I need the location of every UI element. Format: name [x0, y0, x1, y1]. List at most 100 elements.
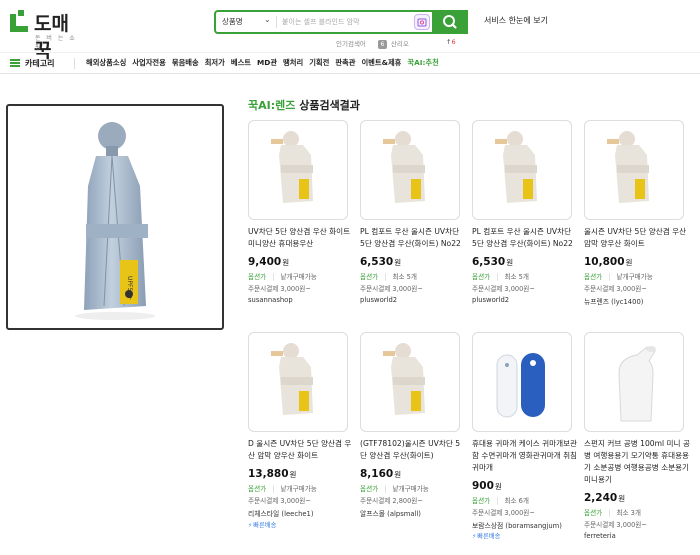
product-thumbnail[interactable] — [360, 332, 460, 432]
popular-keywords: 인기검색어 6 산리오 — [336, 38, 409, 49]
product-price: 10,800원 — [584, 256, 632, 268]
seller-name[interactable]: 뉴프렌즈 (lyc1400) — [584, 296, 643, 306]
product-title[interactable]: 스펀지 커브 공병 100ml 미니 공병 여행용용기 모기약통 휴대용용기 소… — [584, 438, 690, 486]
product-options: 옵션가 | 낱개구매가능 — [248, 273, 317, 281]
nav-item-clearance[interactable]: 땡처리 — [283, 58, 303, 68]
chevron-down-icon[interactable]: ⌄ — [264, 15, 271, 24]
product-price: 8,160원 — [360, 468, 401, 480]
logo[interactable]: 도매꾹 돈 버 는 쇼 핑 — [8, 6, 78, 62]
nav-item-bundle[interactable]: 묶음배송 — [172, 58, 199, 68]
popular-rank: 6 — [377, 40, 387, 49]
shipping-info: 주문시결제 3,000원~ — [472, 509, 535, 517]
price-value: 900 — [472, 480, 494, 492]
product-options: 옵션가 | 최소 5개 — [360, 273, 417, 281]
option-label: 옵션가 — [360, 273, 379, 281]
service-overview-link[interactable]: 서비스 한눈에 보기 — [484, 15, 548, 26]
white-umbrella-image — [383, 131, 425, 203]
category-menu-button[interactable]: 카테고리 — [10, 58, 54, 69]
popular-term[interactable]: 산리오 — [391, 40, 409, 48]
purchase-condition: 낱개구매가능 — [280, 273, 317, 281]
seller-name[interactable]: ferreteria — [584, 532, 616, 540]
seller-name[interactable]: plusworld2 — [360, 296, 397, 304]
logo-icon — [10, 10, 28, 32]
nav-item-special[interactable]: 기획전 — [309, 58, 329, 68]
price-value: 2,240 — [584, 492, 618, 504]
product-options: 옵션가 | 낱개구매가능 — [248, 485, 317, 493]
price-value: 9,400 — [248, 256, 282, 268]
nav-item-business[interactable]: 사업자전용 — [132, 58, 166, 68]
purchase-condition: 최소 5개 — [504, 273, 529, 281]
product-thumbnail[interactable] — [584, 332, 684, 432]
nav-item-ai[interactable]: 꾹AI:추천 — [407, 58, 438, 68]
divider — [276, 16, 277, 28]
white-umbrella-image — [495, 131, 537, 203]
header: 도매꾹 돈 버 는 쇼 핑 상품명 ⌄ 서비스 한눈에 보기 인기검색어 6 산리오… — [0, 0, 700, 62]
product-thumbnail[interactable] — [584, 120, 684, 220]
product-title[interactable]: 울시즌 UV차단 5단 양산겸 우산 암막 양우산 화이트 — [584, 226, 690, 250]
nav-item-promo[interactable]: 판촉관 — [335, 58, 355, 68]
image-search-icon[interactable] — [414, 14, 430, 30]
nav-item-best[interactable]: 베스트 — [231, 58, 251, 68]
seller-name[interactable]: 알프스몰 (alpsmall) — [360, 508, 421, 518]
price-unit: 원 — [289, 470, 297, 479]
product-price: 900원 — [472, 480, 502, 492]
bottle-image — [618, 346, 656, 422]
popular-label: 인기검색어 — [336, 40, 366, 48]
nav-item-event[interactable]: 이벤트&제휴 — [361, 58, 401, 68]
shipping-info: 주문시결제 3,000원~ — [584, 285, 647, 293]
shipping-info: 주문시결제 3,000원~ — [248, 497, 311, 505]
nav-item-overseas[interactable]: 해외상품소싱 — [86, 58, 126, 68]
product-title[interactable]: D 울시즌 UV차단 5단 양산겸 우산 암막 양우산 화이트 — [248, 438, 354, 462]
product-title[interactable]: 휴대용 귀마개 케이스 귀마개보관함 수면귀마개 영화관귀마개 취침귀마개 — [472, 438, 578, 474]
seller-name[interactable]: susannashop — [248, 296, 293, 304]
option-label: 옵션가 — [472, 273, 491, 281]
product-title[interactable]: PL 컴포트 우산 울시즌 UV차단 5단 양산겸 우산(화이트) No22 — [360, 226, 466, 250]
product-options: 옵션가 | 낱개구매가능 — [584, 273, 653, 281]
shipping-info: 주문시결제 3,000원~ — [472, 285, 535, 293]
product-thumbnail[interactable] — [472, 120, 572, 220]
nav-items: 해외상품소싱 사업자전용 묶음배송 최저가 베스트 MD관 땡처리 기획전 판촉… — [86, 58, 439, 68]
product-title[interactable]: PL 컴포트 우산 울시즌 UV차단 5단 양산겸 우산(화이트) No22 — [472, 226, 578, 250]
seller-name[interactable]: 보람스상점 (boramsangjum) — [472, 520, 562, 530]
product-thumbnail[interactable] — [248, 332, 348, 432]
product-thumbnail[interactable] — [248, 120, 348, 220]
category-label: 카테고리 — [25, 59, 55, 68]
divider — [74, 58, 75, 69]
svg-text:UPF50+: UPF50+ — [126, 276, 133, 300]
seller-name[interactable]: 리체스타일 (leeche1) — [248, 508, 314, 518]
umbrella-image: UPF50+ — [75, 122, 155, 320]
search-input[interactable] — [282, 14, 422, 30]
popular-page: 6 — [451, 38, 456, 46]
earplug-case-image — [496, 353, 545, 418]
product-thumbnail[interactable] — [472, 332, 572, 432]
search-button[interactable] — [432, 10, 468, 34]
price-unit: 원 — [282, 258, 290, 267]
seller-name[interactable]: plusworld2 — [472, 296, 509, 304]
product-price: 6,530원 — [472, 256, 513, 268]
search-category-select[interactable]: 상품명 — [222, 16, 243, 27]
option-label: 옵션가 — [248, 485, 267, 493]
nav-item-md[interactable]: MD관 — [257, 58, 277, 68]
product-options: 옵션가 | 최소 3개 — [584, 509, 641, 517]
product-price: 2,240원 — [584, 492, 625, 504]
purchase-condition: 최소 5개 — [392, 273, 417, 281]
white-umbrella-image — [607, 131, 649, 203]
product-price: 13,880원 — [248, 468, 296, 480]
search-icon — [443, 15, 457, 29]
price-value: 8,160 — [360, 468, 394, 480]
nav-item-lowest[interactable]: 최저가 — [205, 58, 225, 68]
product-options: 옵션가 | 낱개구매가능 — [360, 485, 429, 493]
purchase-condition: 최소 6개 — [504, 497, 529, 505]
product-options: 옵션가 | 최소 6개 — [472, 497, 529, 505]
results-title-brand: 꾹AI:렌즈 — [248, 99, 296, 112]
product-title[interactable]: (GTF78102)울시즌 UV차단 5단 양산겸 우산(화이트) — [360, 438, 466, 462]
shipping-info: 주문시결제 3,000원~ — [248, 285, 311, 293]
shipping-info: 주문시결제 3,000원~ — [584, 521, 647, 529]
option-label: 옵션가 — [584, 273, 603, 281]
query-image: UPF50+ — [6, 104, 224, 330]
product-title[interactable]: UV차단 5단 양산겸 우산 화이트 미니양산 휴대용우산 — [248, 226, 354, 250]
product-thumbnail[interactable] — [360, 120, 460, 220]
price-value: 6,530 — [472, 256, 506, 268]
purchase-condition: 낱개구매가능 — [392, 485, 429, 493]
main-nav: 카테고리 해외상품소싱 사업자전용 묶음배송 최저가 베스트 MD관 땡처리 기… — [0, 52, 700, 74]
